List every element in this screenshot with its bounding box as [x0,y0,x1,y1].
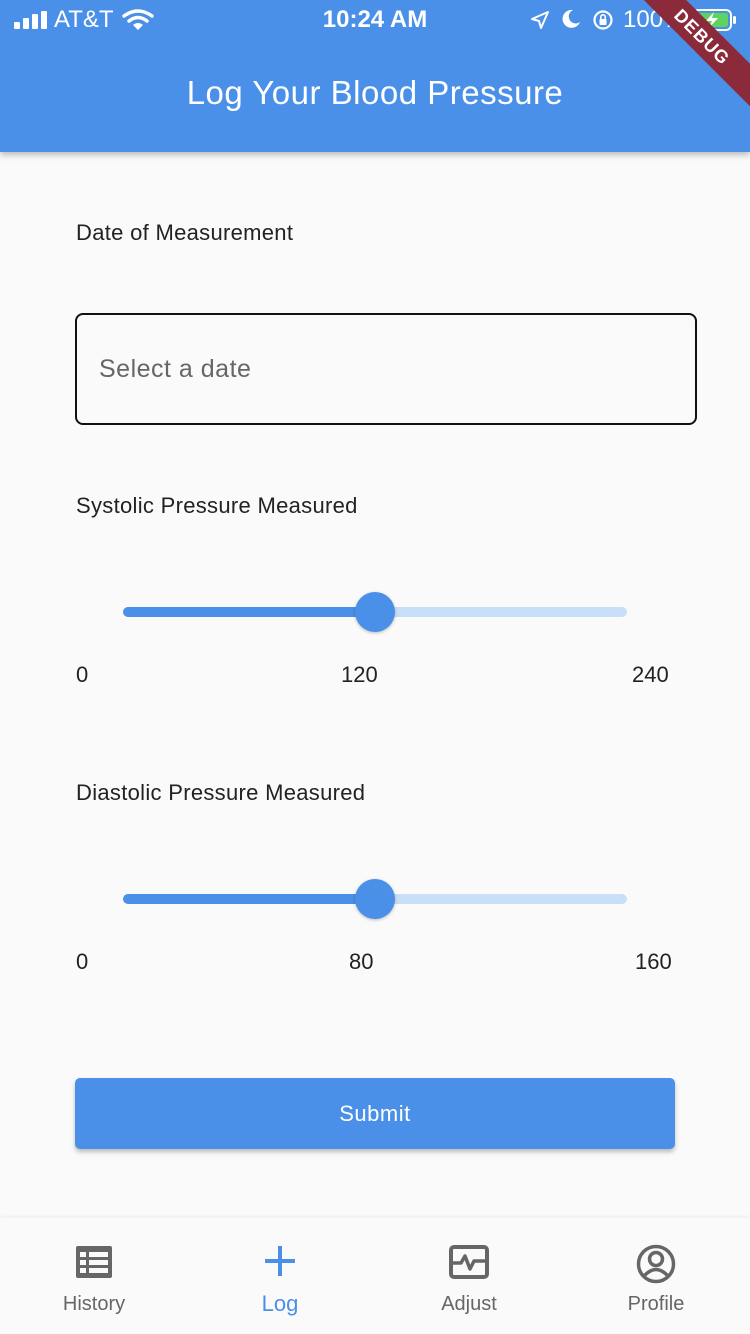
date-label: Date of Measurement [76,220,294,245]
nav-label-adjust: Adjust [441,1293,497,1315]
slider-active-track [123,894,375,904]
date-input[interactable] [75,313,697,425]
orientation-lock-icon [592,9,614,36]
nav-item-log[interactable]: Log [186,1218,374,1334]
nav-item-profile[interactable]: Profile [562,1218,750,1334]
app-bar: AT&T 10:24 AM 100% Log Your Blood Pressu… [0,0,750,152]
bottom-navigation: History Log Adjust Profile [0,1218,750,1334]
nav-label-history: History [62,1293,126,1315]
diastolic-max-label: 160 [635,949,672,974]
submit-button[interactable]: Submit [75,1078,675,1149]
diastolic-label: Diastolic Pressure Measured [76,780,366,805]
diastolic-value-label: 80 [349,949,374,974]
systolic-label: Systolic Pressure Measured [76,493,358,518]
diastolic-slider[interactable] [123,879,627,919]
list-icon [0,1244,188,1284]
do-not-disturb-moon-icon [561,9,581,34]
systolic-slider[interactable] [123,592,627,632]
location-arrow-icon [530,10,550,35]
systolic-max-label: 240 [632,662,669,687]
status-bar: AT&T 10:24 AM 100% [0,0,750,40]
slider-thumb[interactable] [355,592,395,632]
slider-thumb[interactable] [355,879,395,919]
nav-item-history[interactable]: History [0,1218,188,1334]
account-circle-icon [562,1244,750,1284]
diastolic-min-label: 0 [76,949,89,974]
nav-label-profile: Profile [627,1293,685,1315]
page-title: Log Your Blood Pressure [186,74,564,111]
plus-icon [186,1244,374,1284]
slider-active-track [123,607,375,617]
nav-item-adjust[interactable]: Adjust [375,1218,563,1334]
nav-label-log: Log [261,1291,299,1316]
pulse-chart-icon [375,1244,563,1284]
systolic-min-label: 0 [76,662,89,687]
systolic-value-label: 120 [341,662,378,687]
